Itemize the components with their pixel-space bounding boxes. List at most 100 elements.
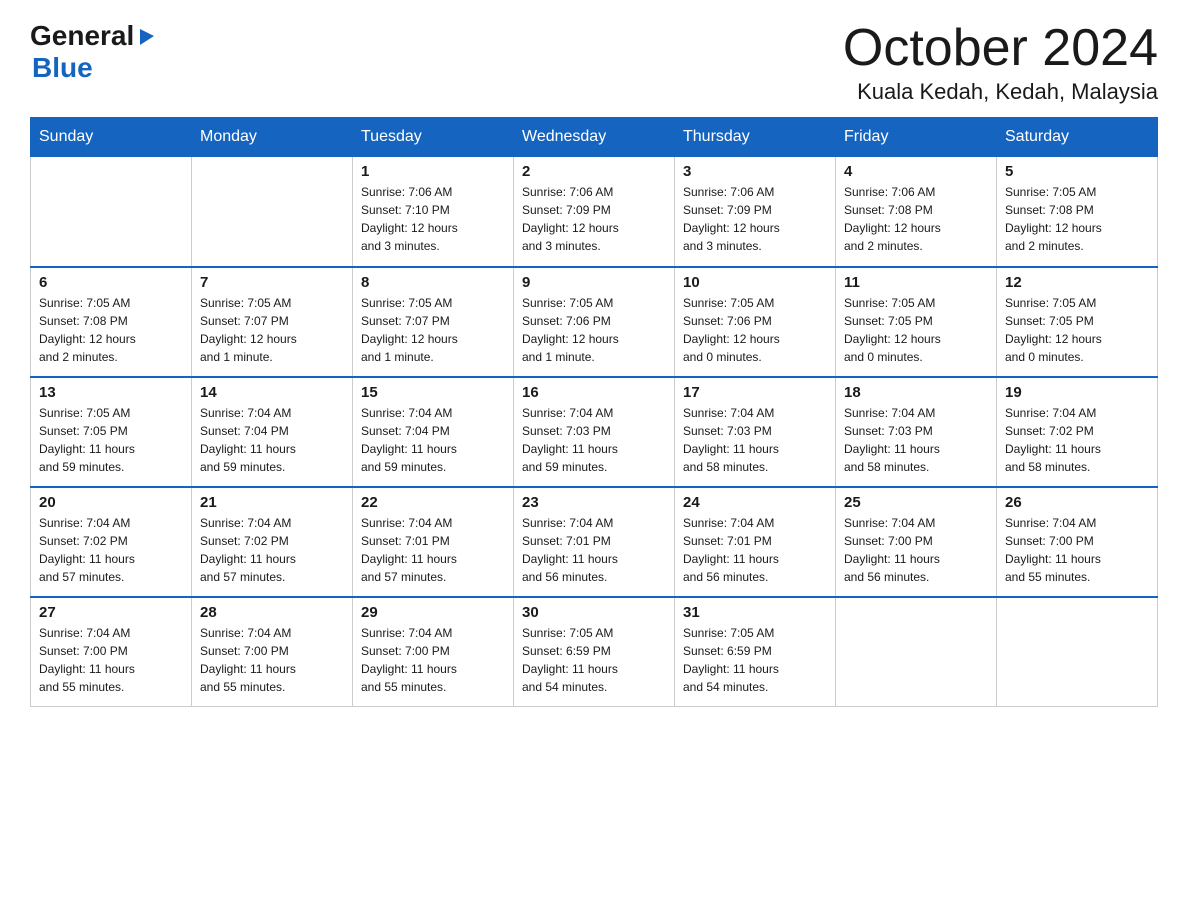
logo: General Blue — [30, 20, 158, 84]
day-info: Sunrise: 7:05 AM Sunset: 7:07 PM Dayligh… — [361, 294, 505, 366]
day-number: 1 — [361, 163, 505, 180]
calendar-cell: 8 Sunrise: 7:05 AM Sunset: 7:07 PM Daylig… — [353, 267, 514, 377]
calendar-cell: 19 Sunrise: 7:04 AM Sunset: 7:02 PM Dayli… — [997, 377, 1158, 487]
day-number: 21 — [200, 494, 344, 511]
day-info: Sunrise: 7:05 AM Sunset: 7:06 PM Dayligh… — [683, 294, 827, 366]
calendar-cell: 9Sunrise: 7:05 AM Sunset: 7:06 PM Daylig… — [514, 267, 675, 377]
page-header: General Blue October 2024 Kuala Kedah, K… — [30, 20, 1158, 105]
calendar-cell: 4 Sunrise: 7:06 AM Sunset: 7:08 PM Daylig… — [836, 157, 997, 267]
calendar-cell: 27Sunrise: 7:04 AM Sunset: 7:00 PM Dayli… — [31, 597, 192, 707]
weekday-header-monday: Monday — [192, 118, 353, 157]
day-number: 9 — [522, 274, 666, 291]
calendar-week-3: 13 Sunrise: 7:05 AM Sunset: 7:05 PM Dayli… — [31, 377, 1158, 487]
weekday-header-saturday: Saturday — [997, 118, 1158, 157]
title-block: October 2024 Kuala Kedah, Kedah, Malaysi… — [843, 20, 1158, 105]
day-number: 10 — [683, 274, 827, 291]
day-info: Sunrise: 7:04 AM Sunset: 7:00 PM Dayligh… — [200, 624, 344, 696]
weekday-header-sunday: Sunday — [31, 118, 192, 157]
calendar-cell: 6 Sunrise: 7:05 AM Sunset: 7:08 PM Daylig… — [31, 267, 192, 377]
calendar-cell: 2 Sunrise: 7:06 AM Sunset: 7:09 PM Daylig… — [514, 157, 675, 267]
calendar-cell: 7Sunrise: 7:05 AM Sunset: 7:07 PM Daylig… — [192, 267, 353, 377]
day-number: 27 — [39, 604, 183, 621]
calendar-cell: 13 Sunrise: 7:05 AM Sunset: 7:05 PM Dayli… — [31, 377, 192, 487]
calendar-cell — [31, 157, 192, 267]
day-number: 16 — [522, 384, 666, 401]
calendar-cell: 16 Sunrise: 7:04 AM Sunset: 7:03 PM Dayli… — [514, 377, 675, 487]
day-number: 3 — [683, 163, 827, 180]
day-number: 18 — [844, 384, 988, 401]
logo-blue-text: Blue — [32, 52, 93, 84]
calendar-cell: 26 Sunrise: 7:04 AM Sunset: 7:00 PM Dayli… — [997, 487, 1158, 597]
day-info: Sunrise: 7:04 AM Sunset: 7:03 PM Dayligh… — [683, 404, 827, 476]
day-number: 4 — [844, 163, 988, 180]
day-number: 12 — [1005, 274, 1149, 291]
weekday-header-tuesday: Tuesday — [353, 118, 514, 157]
calendar-cell: 5Sunrise: 7:05 AM Sunset: 7:08 PM Daylig… — [997, 157, 1158, 267]
day-info: Sunrise: 7:04 AM Sunset: 7:03 PM Dayligh… — [522, 404, 666, 476]
calendar-cell: 21 Sunrise: 7:04 AM Sunset: 7:02 PM Dayli… — [192, 487, 353, 597]
day-info: Sunrise: 7:04 AM Sunset: 7:01 PM Dayligh… — [522, 514, 666, 586]
weekday-header-wednesday: Wednesday — [514, 118, 675, 157]
calendar-cell: 25 Sunrise: 7:04 AM Sunset: 7:00 PM Dayli… — [836, 487, 997, 597]
day-info: Sunrise: 7:04 AM Sunset: 7:01 PM Dayligh… — [683, 514, 827, 586]
calendar-cell: 22 Sunrise: 7:04 AM Sunset: 7:01 PM Dayli… — [353, 487, 514, 597]
day-info: Sunrise: 7:06 AM Sunset: 7:09 PM Dayligh… — [683, 183, 827, 255]
day-number: 8 — [361, 274, 505, 291]
day-info: Sunrise: 7:04 AM Sunset: 7:04 PM Dayligh… — [361, 404, 505, 476]
calendar-table: SundayMondayTuesdayWednesdayThursdayFrid… — [30, 117, 1158, 707]
day-info: Sunrise: 7:06 AM Sunset: 7:08 PM Dayligh… — [844, 183, 988, 255]
day-info: Sunrise: 7:04 AM Sunset: 7:04 PM Dayligh… — [200, 404, 344, 476]
calendar-cell: 28Sunrise: 7:04 AM Sunset: 7:00 PM Dayli… — [192, 597, 353, 707]
calendar-cell: 1Sunrise: 7:06 AM Sunset: 7:10 PM Daylig… — [353, 157, 514, 267]
day-number: 31 — [683, 604, 827, 621]
logo-triangle-icon — [136, 25, 158, 47]
day-info: Sunrise: 7:04 AM Sunset: 7:01 PM Dayligh… — [361, 514, 505, 586]
calendar-week-1: 1Sunrise: 7:06 AM Sunset: 7:10 PM Daylig… — [31, 157, 1158, 267]
calendar-cell: 10 Sunrise: 7:05 AM Sunset: 7:06 PM Dayli… — [675, 267, 836, 377]
calendar-cell: 24 Sunrise: 7:04 AM Sunset: 7:01 PM Dayli… — [675, 487, 836, 597]
calendar-cell — [836, 597, 997, 707]
day-info: Sunrise: 7:05 AM Sunset: 7:05 PM Dayligh… — [39, 404, 183, 476]
day-info: Sunrise: 7:04 AM Sunset: 7:02 PM Dayligh… — [39, 514, 183, 586]
weekday-header-row: SundayMondayTuesdayWednesdayThursdayFrid… — [31, 118, 1158, 157]
day-info: Sunrise: 7:04 AM Sunset: 7:02 PM Dayligh… — [200, 514, 344, 586]
day-number: 29 — [361, 604, 505, 621]
calendar-cell: 14 Sunrise: 7:04 AM Sunset: 7:04 PM Dayli… — [192, 377, 353, 487]
calendar-cell: 20 Sunrise: 7:04 AM Sunset: 7:02 PM Dayli… — [31, 487, 192, 597]
day-info: Sunrise: 7:04 AM Sunset: 7:00 PM Dayligh… — [844, 514, 988, 586]
calendar-cell: 17 Sunrise: 7:04 AM Sunset: 7:03 PM Dayli… — [675, 377, 836, 487]
month-year-title: October 2024 — [843, 20, 1158, 77]
calendar-cell: 29 Sunrise: 7:04 AM Sunset: 7:00 PM Dayli… — [353, 597, 514, 707]
day-number: 13 — [39, 384, 183, 401]
day-number: 17 — [683, 384, 827, 401]
day-number: 20 — [39, 494, 183, 511]
day-number: 5 — [1005, 163, 1149, 180]
logo-general-text: General — [30, 20, 134, 52]
day-info: Sunrise: 7:04 AM Sunset: 7:03 PM Dayligh… — [844, 404, 988, 476]
day-info: Sunrise: 7:06 AM Sunset: 7:09 PM Dayligh… — [522, 183, 666, 255]
day-number: 24 — [683, 494, 827, 511]
calendar-cell — [192, 157, 353, 267]
calendar-cell: 18 Sunrise: 7:04 AM Sunset: 7:03 PM Dayli… — [836, 377, 997, 487]
day-info: Sunrise: 7:05 AM Sunset: 6:59 PM Dayligh… — [522, 624, 666, 696]
weekday-header-friday: Friday — [836, 118, 997, 157]
day-number: 2 — [522, 163, 666, 180]
location-subtitle: Kuala Kedah, Kedah, Malaysia — [843, 79, 1158, 105]
day-number: 26 — [1005, 494, 1149, 511]
day-info: Sunrise: 7:04 AM Sunset: 7:00 PM Dayligh… — [1005, 514, 1149, 586]
day-info: Sunrise: 7:05 AM Sunset: 7:08 PM Dayligh… — [39, 294, 183, 366]
calendar-week-5: 27 Sunrise: 7:04 AM Sunset: 7:00 PM Dayli… — [31, 597, 1158, 707]
calendar-week-4: 20 Sunrise: 7:04 AM Sunset: 7:02 PM Dayli… — [31, 487, 1158, 597]
day-number: 25 — [844, 494, 988, 511]
calendar-cell: 3 Sunrise: 7:06 AM Sunset: 7:09 PM Daylig… — [675, 157, 836, 267]
day-number: 22 — [361, 494, 505, 511]
day-number: 6 — [39, 274, 183, 291]
day-info: Sunrise: 7:04 AM Sunset: 7:00 PM Dayligh… — [361, 624, 505, 696]
calendar-cell — [997, 597, 1158, 707]
day-number: 19 — [1005, 384, 1149, 401]
day-number: 15 — [361, 384, 505, 401]
day-info: Sunrise: 7:05 AM Sunset: 7:05 PM Dayligh… — [844, 294, 988, 366]
weekday-header-thursday: Thursday — [675, 118, 836, 157]
day-number: 14 — [200, 384, 344, 401]
day-info: Sunrise: 7:04 AM Sunset: 7:02 PM Dayligh… — [1005, 404, 1149, 476]
